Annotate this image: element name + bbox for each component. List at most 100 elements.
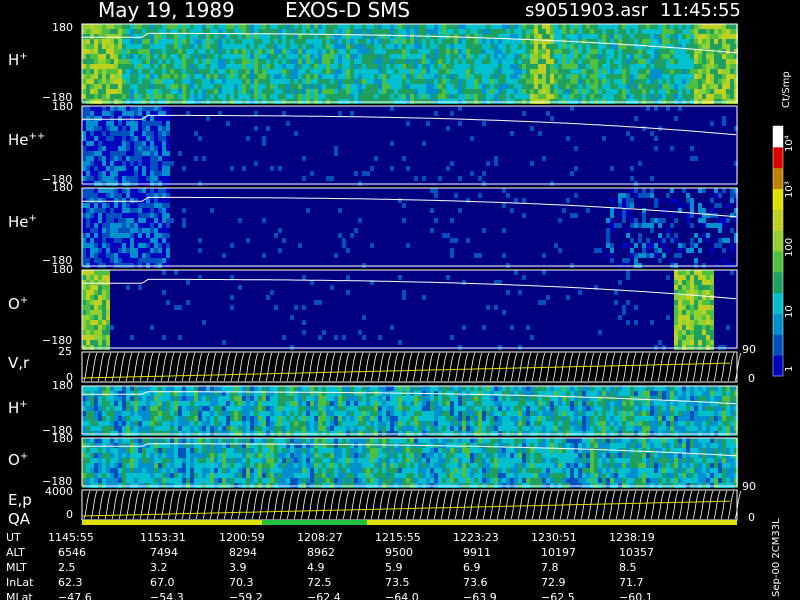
heatmap-cell xyxy=(458,29,462,34)
heatmap-cell xyxy=(226,151,230,156)
heatmap-cell xyxy=(94,24,98,29)
heatmap-cell xyxy=(434,84,438,89)
heatmap-cell xyxy=(294,136,298,141)
heatmap-cell xyxy=(494,74,498,79)
heatmap-cell xyxy=(714,64,718,69)
heatmap-cell xyxy=(314,106,318,111)
heatmap-cell xyxy=(418,121,422,126)
heatmap-cell xyxy=(222,74,226,79)
heatmap-cell xyxy=(446,176,450,181)
heatmap-cell xyxy=(378,69,382,74)
heatmap-cell xyxy=(374,49,378,54)
heatmap-cell xyxy=(238,34,242,39)
heatmap-cell xyxy=(462,44,466,49)
heatmap-cell xyxy=(378,111,382,116)
heatmap-cell xyxy=(526,136,530,141)
heatmap-cell xyxy=(478,171,482,176)
heatmap-cell xyxy=(162,74,166,79)
heatmap-cell xyxy=(494,39,498,44)
heatmap-cell xyxy=(530,79,534,84)
heatmap-cell xyxy=(414,126,418,131)
heatmap-cell xyxy=(674,54,678,59)
heatmap-cell xyxy=(150,156,154,161)
heatmap-cell xyxy=(126,39,130,44)
heatmap-cell xyxy=(306,166,310,171)
heatmap-cell xyxy=(458,161,462,166)
heatmap-cell xyxy=(610,106,614,111)
heatmap-cell xyxy=(130,79,134,84)
heatmap-cell xyxy=(598,24,602,29)
heatmap-cell xyxy=(530,131,534,136)
heatmap-cell xyxy=(318,49,322,54)
heatmap-cell xyxy=(414,39,418,44)
heatmap-cell xyxy=(546,34,550,39)
heatmap-cell xyxy=(222,161,226,166)
heatmap-cell xyxy=(530,74,534,79)
heatmap-cell xyxy=(298,176,302,181)
heatmap-cell xyxy=(154,176,158,181)
heatmap-cell xyxy=(286,151,290,156)
heatmap-cell xyxy=(214,49,218,54)
heatmap-cell xyxy=(690,69,694,74)
heatmap-cell xyxy=(430,111,434,116)
heatmap-cell xyxy=(454,74,458,79)
heatmap-cell xyxy=(258,64,262,69)
heatmap-cell xyxy=(146,161,150,166)
heatmap-cell xyxy=(202,151,206,156)
heatmap-cell xyxy=(422,69,426,74)
heatmap-cell xyxy=(394,116,398,121)
heatmap-cell xyxy=(390,89,394,94)
heatmap-cell xyxy=(546,79,550,84)
heatmap-cell xyxy=(266,69,270,74)
heatmap-cell xyxy=(374,136,378,141)
heatmap-cell xyxy=(154,161,158,166)
heatmap-cell xyxy=(326,94,330,99)
heatmap-cell xyxy=(518,171,522,176)
heatmap-cell xyxy=(262,171,266,176)
heatmap-cell xyxy=(722,24,726,29)
heatmap-cell xyxy=(362,84,366,89)
heatmap-cell xyxy=(658,74,662,79)
heatmap-cell xyxy=(530,29,534,34)
heatmap-cell xyxy=(418,126,422,131)
heatmap-cell xyxy=(210,44,214,49)
heatmap-cell xyxy=(458,126,462,131)
heatmap-cell xyxy=(166,64,170,69)
heatmap-cell xyxy=(446,166,450,171)
heatmap-cell xyxy=(202,136,206,141)
heatmap-cell xyxy=(666,44,670,49)
heatmap-cell xyxy=(230,156,234,161)
heatmap-cell xyxy=(186,94,190,99)
heatmap-cell xyxy=(358,59,362,64)
heatmap-cell xyxy=(462,116,466,121)
heatmap-cell xyxy=(642,94,646,99)
heatmap-cell xyxy=(670,59,674,64)
heatmap-cell xyxy=(262,116,266,121)
heatmap-cell xyxy=(494,54,498,59)
heatmap-cell xyxy=(238,131,242,136)
heatmap-cell xyxy=(334,136,338,141)
heatmap-cell xyxy=(226,89,230,94)
heatmap-cell xyxy=(646,151,650,156)
heatmap-cell xyxy=(698,89,702,94)
heatmap-cell xyxy=(550,146,554,151)
heatmap-cell xyxy=(438,59,442,64)
heatmap-cell xyxy=(646,156,650,161)
heatmap-cell xyxy=(698,39,702,44)
heatmap-cell xyxy=(310,39,314,44)
heatmap-cell xyxy=(602,34,606,39)
heatmap-cell xyxy=(622,116,626,121)
heatmap-cell xyxy=(298,166,302,171)
heatmap-cell xyxy=(150,59,154,64)
heatmap-cell xyxy=(282,136,286,141)
heatmap-cell xyxy=(98,34,102,39)
heatmap-cell xyxy=(390,141,394,146)
heatmap-cell xyxy=(414,121,418,126)
heatmap-cell xyxy=(562,131,566,136)
heatmap-cell xyxy=(258,44,262,49)
heatmap-cell xyxy=(362,171,366,176)
heatmap-cell xyxy=(230,116,234,121)
heatmap-cell xyxy=(134,116,138,121)
heatmap-cell xyxy=(154,156,158,161)
heatmap-cell xyxy=(562,166,566,171)
